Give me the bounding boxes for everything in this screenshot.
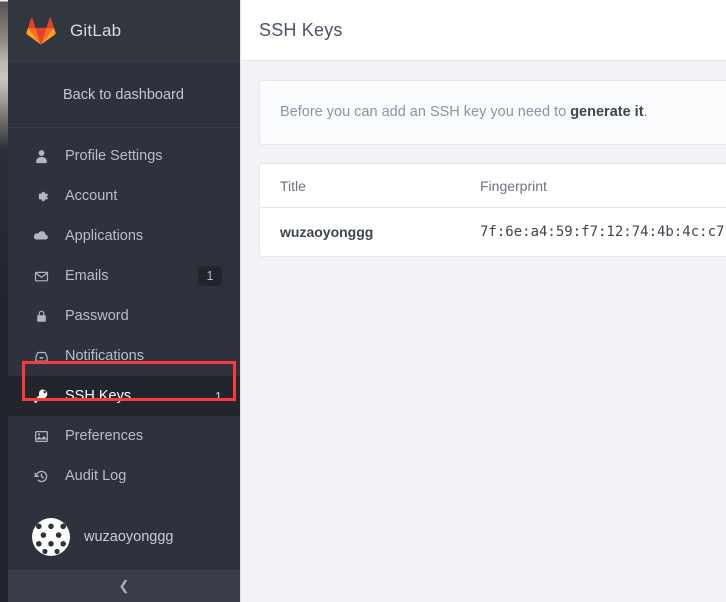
brand-name: GitLab — [70, 20, 122, 40]
sidebar-item-label: Audit Log — [65, 468, 127, 484]
sidebar-item-preferences[interactable]: Preferences — [8, 416, 240, 456]
table-header-row: Title Fingerprint — [260, 164, 726, 208]
sidebar-item-password[interactable]: Password — [8, 296, 240, 336]
envelope-icon — [30, 269, 52, 284]
main-content: SSH Keys Before you can add an SSH key y… — [240, 0, 726, 602]
page-header: SSH Keys — [241, 0, 726, 61]
notice-text-after: . — [643, 104, 648, 120]
user-icon — [30, 149, 52, 164]
key-icon — [30, 388, 52, 404]
ssh-keys-count: 1 — [214, 388, 222, 404]
notice-text: Before you can add an SSH key you need t… — [280, 104, 726, 120]
sidebar: GitLab Back to dashboard Profile Setting… — [8, 0, 240, 602]
brand-header[interactable]: GitLab — [8, 0, 240, 62]
sidebar-item-account[interactable]: Account — [8, 176, 240, 216]
sidebar-item-label: Preferences — [65, 428, 144, 444]
avatar[interactable] — [32, 518, 70, 556]
ssh-keys-table: Title Fingerprint wuzaoyonggg 7f:6e:a4:5… — [260, 164, 726, 256]
sidebar-item-label: Password — [65, 308, 129, 324]
sidebar-item-label: Account — [65, 188, 118, 204]
sidebar-collapse-button[interactable]: ❮ — [8, 570, 240, 602]
cloud-icon — [30, 228, 52, 244]
sidebar-item-label: Profile Settings — [65, 148, 163, 164]
key-fingerprint: 7f:6e:a4:59:f7:12:74:4b:4c:c7:f6:3c: — [480, 224, 726, 240]
chevron-left-icon: ❮ — [118, 578, 130, 593]
lock-icon — [30, 309, 52, 324]
window-left-gutter[interactable] — [0, 0, 8, 602]
sidebar-item-emails[interactable]: Emails 1 — [8, 256, 240, 296]
inbox-icon — [30, 349, 52, 364]
gitlab-profile-page: GitLab Back to dashboard Profile Setting… — [0, 0, 726, 602]
ssh-keys-card: Title Fingerprint wuzaoyonggg 7f:6e:a4:5… — [259, 163, 726, 257]
table-row[interactable]: wuzaoyonggg 7f:6e:a4:59:f7:12:74:4b:4c:c… — [260, 208, 726, 257]
notice-text-before: Before you can add an SSH key you need t… — [280, 104, 571, 120]
sidebar-item-notifications[interactable]: Notifications — [8, 336, 240, 376]
content-body: Before you can add an SSH key you need t… — [241, 61, 726, 257]
table-head: Title Fingerprint — [260, 164, 726, 208]
sidebar-item-profile-settings[interactable]: Profile Settings — [8, 136, 240, 176]
sidebar-item-audit-log[interactable]: Audit Log — [8, 456, 240, 496]
sidebar-user-block[interactable]: wuzaoyonggg — [8, 504, 240, 570]
sidebar-user-name: wuzaoyonggg — [84, 529, 174, 545]
gear-icon — [30, 189, 52, 204]
sidebar-item-label: Applications — [65, 228, 144, 244]
table-body: wuzaoyonggg 7f:6e:a4:59:f7:12:74:4b:4c:c… — [260, 208, 726, 257]
sidebar-item-label: Emails — [65, 268, 109, 284]
sidebar-item-label: SSH Keys — [65, 388, 132, 404]
history-icon — [30, 469, 52, 484]
sidebar-item-label: Notifications — [65, 348, 144, 364]
image-icon — [30, 429, 52, 444]
key-title: wuzaoyonggg — [280, 224, 374, 240]
generate-it-link[interactable]: generate it — [570, 104, 643, 120]
column-header-fingerprint: Fingerprint — [460, 164, 726, 208]
page-title: SSH Keys — [259, 19, 343, 40]
back-to-dashboard-link[interactable]: Back to dashboard — [8, 62, 240, 128]
gitlab-fox-logo-icon — [26, 17, 56, 45]
sidebar-item-ssh-keys[interactable]: SSH Keys 1 — [8, 376, 240, 416]
generate-key-notice: Before you can add an SSH key you need t… — [259, 80, 726, 145]
column-header-title: Title — [260, 164, 460, 208]
emails-badge: 1 — [198, 265, 222, 287]
sidebar-nav: Profile Settings Account Applications Em… — [8, 128, 240, 496]
sidebar-item-applications[interactable]: Applications — [8, 216, 240, 256]
identicon-avatar-icon — [32, 518, 70, 556]
